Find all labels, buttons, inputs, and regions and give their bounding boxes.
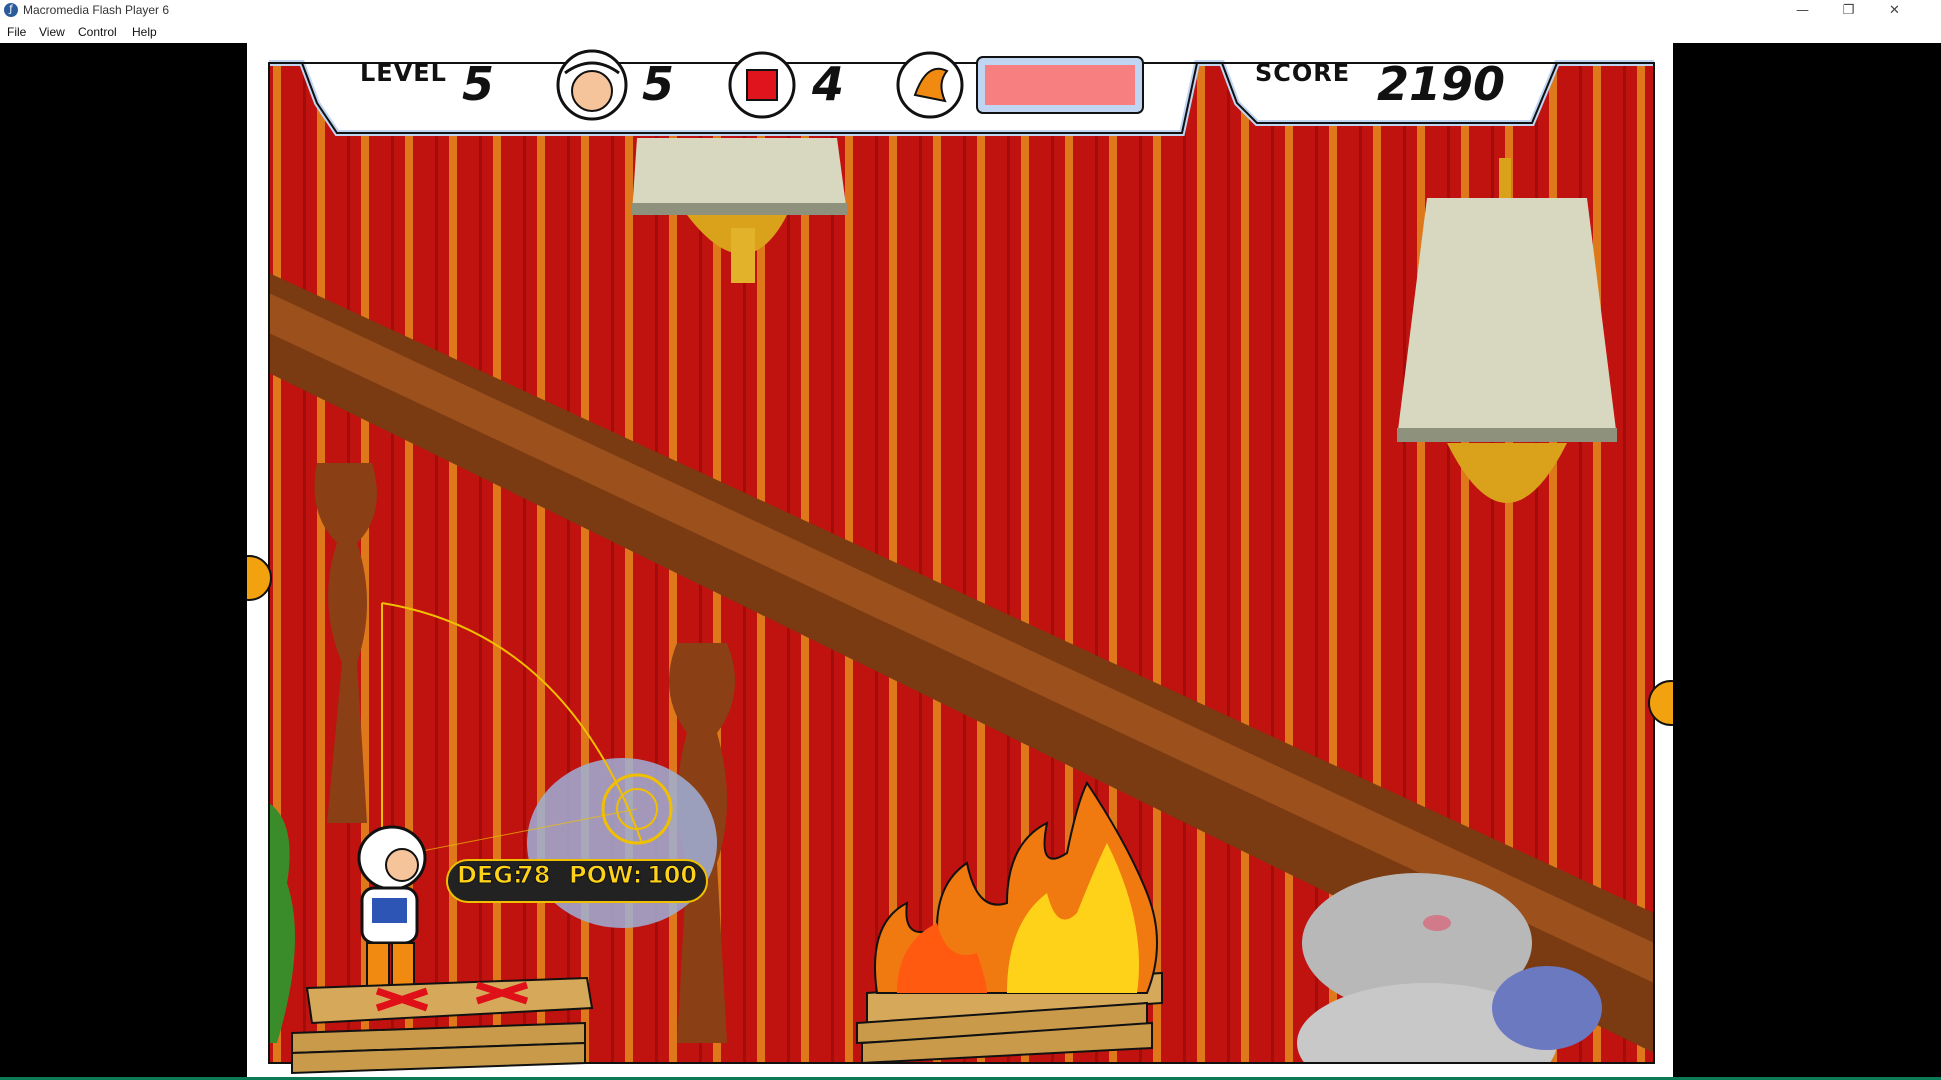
- flame-bird-icon: [896, 51, 964, 119]
- astronaut-helmet-icon: [556, 49, 628, 121]
- deg-value: 78: [517, 861, 550, 889]
- window-titlebar: ƒ Macromedia Flash Player 6 — ❐ ✕: [0, 0, 1941, 22]
- power-bar-fill: [985, 65, 1135, 105]
- game-viewport[interactable]: LEVEL 5 5 4 SCORE 2190 DEG: 78 POW: 100: [247, 43, 1673, 1077]
- minimize-button[interactable]: —: [1780, 0, 1825, 22]
- flash-player-icon: ƒ: [4, 3, 18, 17]
- restore-button[interactable]: ❐: [1826, 0, 1871, 22]
- pow-value: 100: [647, 861, 697, 889]
- blocks-value: 4: [811, 57, 844, 111]
- menu-help[interactable]: Help: [132, 25, 157, 39]
- menu-file[interactable]: File: [7, 25, 26, 39]
- close-button[interactable]: ✕: [1872, 0, 1917, 22]
- score-label: SCORE: [1255, 59, 1350, 87]
- game-scene[interactable]: LEVEL 5 5 4 SCORE 2190 DEG: 78 POW: 100: [247, 43, 1673, 1077]
- window-title: Macromedia Flash Player 6: [23, 3, 170, 17]
- score-value: 2190: [1377, 57, 1505, 111]
- deg-label: DEG:: [457, 861, 523, 889]
- level-label: LEVEL: [360, 59, 447, 87]
- stop-block-icon: [728, 51, 796, 119]
- level-value: 5: [462, 57, 494, 111]
- lives-value: 5: [642, 57, 674, 111]
- menu-view[interactable]: View: [39, 25, 65, 39]
- pow-label: POW:: [569, 861, 642, 889]
- menu-bar: File View Control Help: [0, 22, 1941, 43]
- menu-control[interactable]: Control: [78, 25, 117, 39]
